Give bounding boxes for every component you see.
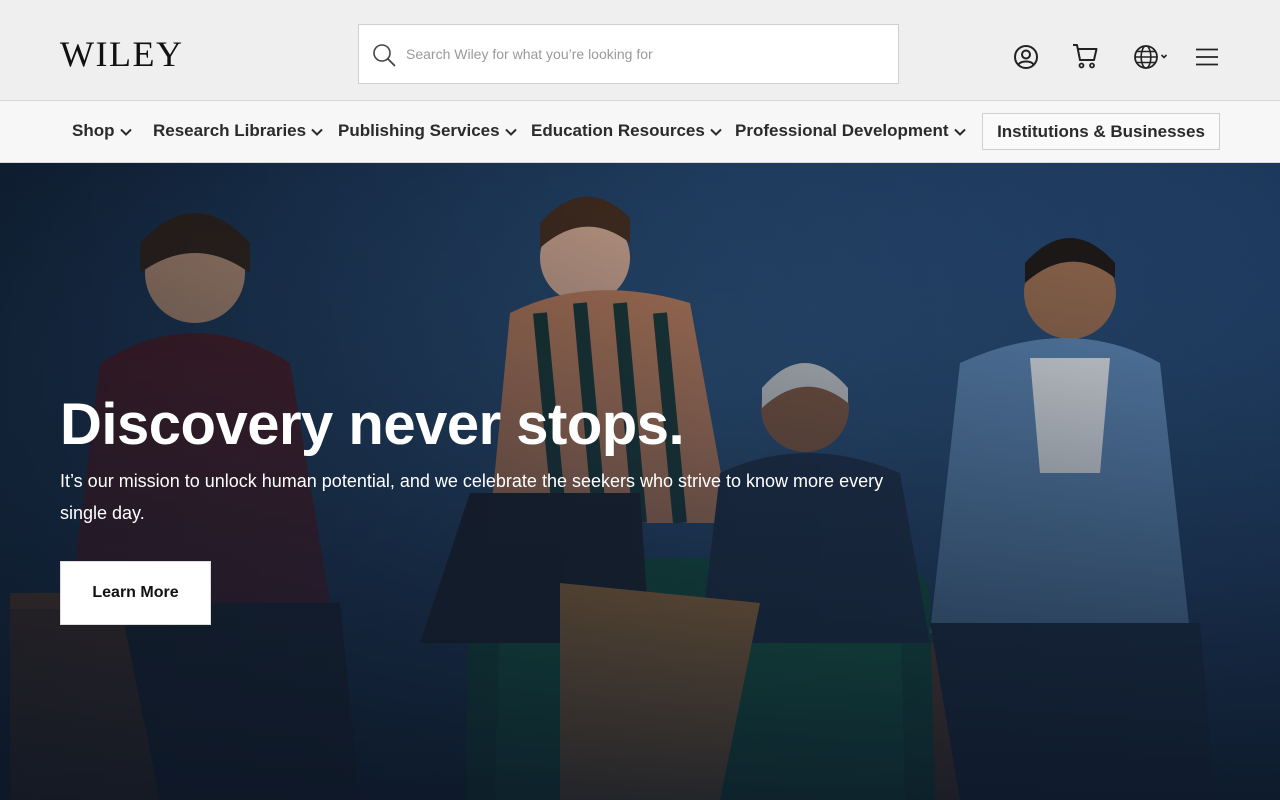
cart-icon[interactable] bbox=[1071, 42, 1099, 70]
nav-item-label: Education Resources bbox=[531, 121, 705, 140]
search-input[interactable] bbox=[406, 25, 886, 83]
chevron-down-icon bbox=[119, 128, 132, 136]
hero-banner: Discovery never stops. It’s our mission … bbox=[0, 163, 1280, 800]
wiley-logo[interactable]: WILEY bbox=[60, 36, 183, 72]
nav-item-label: Research Libraries bbox=[153, 121, 307, 140]
chevron-down-icon bbox=[953, 128, 966, 136]
nav-item-education-resources[interactable]: Education Resources bbox=[531, 121, 722, 141]
main-nav: Shop Research Libraries Publishing Servi… bbox=[0, 101, 1280, 163]
chevron-down-icon bbox=[311, 128, 323, 136]
nav-item-label: Shop bbox=[72, 121, 115, 140]
nav-item-label: Publishing Services bbox=[338, 121, 500, 140]
search-icon bbox=[373, 44, 396, 67]
chevron-down-icon bbox=[504, 128, 517, 136]
search-box[interactable] bbox=[358, 24, 899, 84]
hero-title: Discovery never stops. bbox=[60, 392, 685, 457]
learn-more-button[interactable]: Learn More bbox=[60, 561, 211, 625]
hero-description: It’s our mission to unlock human potenti… bbox=[60, 471, 884, 523]
institutions-businesses-button[interactable]: Institutions & Businesses bbox=[982, 113, 1220, 150]
nav-item-shop[interactable]: Shop bbox=[72, 121, 132, 141]
account-icon[interactable] bbox=[1012, 43, 1040, 71]
menu-icon[interactable] bbox=[1193, 43, 1221, 71]
nav-item-research-libraries[interactable]: Research Libraries bbox=[153, 121, 323, 141]
chevron-down-icon bbox=[710, 128, 722, 136]
nav-item-publishing-services[interactable]: Publishing Services bbox=[338, 121, 517, 141]
nav-item-label: Professional Development bbox=[735, 121, 949, 140]
top-header: WILEY bbox=[0, 0, 1280, 101]
globe-icon[interactable] bbox=[1133, 43, 1171, 71]
nav-item-professional-development[interactable]: Professional Development bbox=[735, 121, 966, 141]
